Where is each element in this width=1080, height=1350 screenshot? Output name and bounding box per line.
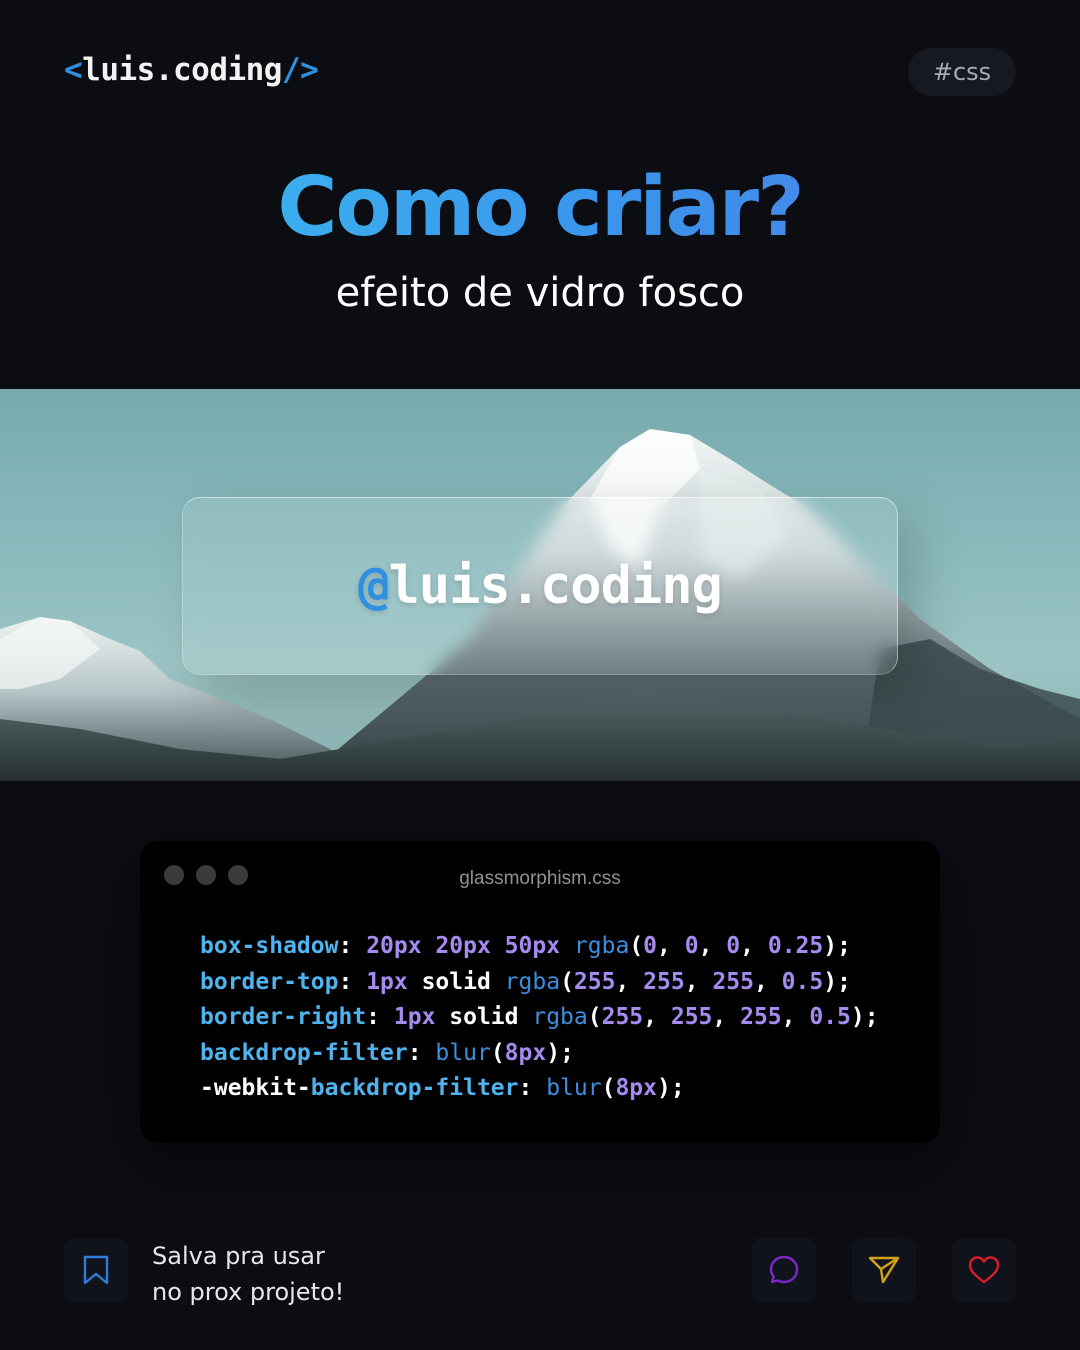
code-token: backdrop-filter — [310, 1075, 519, 1101]
code-token: 255 — [573, 968, 616, 995]
save-reminder-line-1: Salva pra usar — [152, 1242, 325, 1270]
code-token: , — [753, 968, 782, 995]
code-token: border-right — [200, 1004, 367, 1030]
code-token: : — [338, 933, 367, 959]
bookmark-icon — [83, 1255, 109, 1285]
brand-name: luis.coding — [82, 52, 282, 88]
handle-text: luis.coding — [388, 556, 722, 616]
code-token: , — [740, 933, 768, 959]
page-subtitle: efeito de vidro fosco — [335, 270, 745, 316]
code-token: ); — [850, 1004, 879, 1030]
code-token: : — [338, 968, 367, 995]
like-button[interactable] — [952, 1238, 1016, 1302]
code-token: , — [643, 1004, 671, 1030]
code-token: 255 — [670, 1004, 713, 1030]
code-token: rgba — [504, 968, 561, 995]
code-filename: glassmorphism.css — [459, 868, 621, 889]
code-token: 0 — [726, 933, 741, 959]
code-token: ( — [601, 1075, 616, 1101]
page-title: Como criar? — [0, 160, 1080, 255]
code-token: , — [657, 933, 685, 959]
code-token: 0 — [684, 933, 699, 959]
comment-button[interactable] — [752, 1238, 816, 1302]
code-token: 0.25 — [767, 933, 824, 959]
code-block: box-shadow: 20px 20px 50px rgba(0, 0, 0,… — [200, 929, 879, 1107]
code-token: rgba — [573, 933, 630, 959]
brand-slash: / — [281, 52, 301, 88]
comment-icon — [769, 1255, 799, 1284]
code-token: solid — [435, 1004, 533, 1030]
code-token: ( — [587, 1004, 602, 1030]
code-token: -webkit- — [200, 1075, 311, 1101]
code-token: border-top — [200, 968, 339, 995]
code-token: 20px 20px 50px — [366, 933, 561, 959]
save-reminder: Salva pra usar no prox projeto! — [152, 1238, 344, 1310]
code-token: ); — [823, 968, 851, 995]
code-token: 8px — [615, 1075, 657, 1101]
code-token: blur — [435, 1039, 491, 1066]
code-token: : — [518, 1075, 547, 1101]
code-token: : — [407, 1039, 436, 1066]
code-token: backdrop-filter — [200, 1039, 408, 1066]
code-line: border-top: 1px solid rgba(255, 255, 255… — [200, 965, 879, 1001]
code-token: 1px — [393, 1004, 436, 1030]
code-line: -webkit-backdrop-filter: blur(8px); — [200, 1071, 879, 1107]
code-token: ( — [560, 968, 574, 995]
code-token: rgba — [532, 1004, 588, 1030]
code-token: ); — [657, 1075, 685, 1101]
code-token: , — [781, 1004, 810, 1030]
brand-logo: <luis.coding/> — [64, 52, 319, 88]
code-token: 255 — [740, 1004, 782, 1030]
footer-actions: Salva pra usar no prox projeto! — [0, 1238, 1080, 1306]
code-token: ); — [546, 1039, 574, 1066]
code-token: , — [615, 968, 644, 995]
glass-card: @luis.coding — [182, 497, 898, 675]
code-token: 0 — [643, 933, 658, 959]
code-token: ( — [629, 933, 644, 959]
code-line: backdrop-filter: blur(8px); — [200, 1036, 879, 1072]
code-token: 8px — [504, 1039, 547, 1066]
heart-icon — [968, 1256, 1000, 1284]
save-reminder-line-2: no prox projeto! — [152, 1278, 345, 1306]
brand-close-bracket: > — [300, 52, 319, 88]
code-token: 0.5 — [809, 1004, 851, 1030]
hero-mountain-image: @luis.coding — [0, 389, 1080, 781]
hashtag-badge[interactable]: #css — [908, 48, 1016, 96]
bookmark-button[interactable] — [64, 1238, 128, 1302]
code-line: box-shadow: 20px 20px 50px rgba(0, 0, 0,… — [200, 929, 879, 965]
glass-card-handle: @luis.coding — [358, 556, 723, 616]
code-token: 255 — [712, 968, 754, 995]
code-token: , — [712, 1004, 741, 1030]
code-token: , — [684, 968, 713, 995]
brand-open-bracket: < — [64, 52, 83, 88]
at-symbol: @ — [358, 556, 389, 616]
code-token: , — [698, 933, 727, 959]
code-token: box-shadow — [200, 933, 339, 959]
code-token: : — [366, 1004, 394, 1030]
code-token: solid — [407, 968, 505, 995]
code-token: blur — [546, 1075, 602, 1101]
code-token: ( — [490, 1039, 505, 1066]
code-line: border-right: 1px solid rgba(255, 255, 2… — [200, 1000, 879, 1036]
code-token: 0.5 — [781, 968, 824, 995]
code-token: 1px — [366, 968, 408, 995]
code-token: 255 — [643, 968, 685, 995]
send-icon — [868, 1256, 900, 1284]
code-token: 255 — [601, 1004, 644, 1030]
code-token: ); — [823, 933, 851, 959]
code-window: glassmorphism.css box-shadow: 20px 20px … — [140, 841, 940, 1143]
share-button[interactable] — [852, 1238, 916, 1302]
